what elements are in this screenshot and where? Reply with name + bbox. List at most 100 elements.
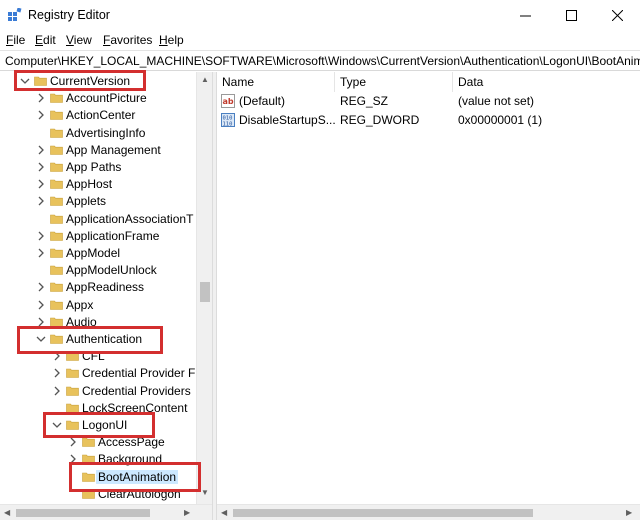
tree-item[interactable]: Credential Providers — [0, 383, 196, 400]
tree-item-label: Credential Providers — [82, 383, 191, 398]
close-icon — [611, 10, 623, 21]
address-path[interactable]: Computer\HKEY_LOCAL_MACHINE\SOFTWARE\Mic… — [5, 54, 640, 68]
column-header-name[interactable]: Name — [217, 72, 335, 92]
address-bar[interactable]: Computer\HKEY_LOCAL_MACHINE\SOFTWARE\Mic… — [0, 50, 640, 71]
column-header-type[interactable]: Type — [335, 72, 453, 92]
tree-horizontal-scrollbar[interactable]: ◀ ▶ — [0, 504, 212, 520]
tree-horizontal-scroll-thumb[interactable] — [16, 509, 150, 517]
menu-file[interactable]: File — [6, 33, 25, 47]
tree-item-label: AdvertisingInfo — [66, 125, 146, 140]
value-name: (Default) — [239, 94, 286, 108]
menu-edit[interactable]: Edit — [35, 33, 56, 47]
chevron-right-icon[interactable] — [36, 162, 46, 172]
tree-vertical-scrollbar[interactable]: ▲ ▼ — [196, 72, 212, 504]
chevron-right-icon[interactable] — [52, 368, 62, 378]
highlight-box-logonui — [43, 412, 155, 438]
scroll-left-arrow-icon[interactable]: ◀ — [4, 508, 10, 517]
menu-bar: File Edit View Favorites Help — [0, 31, 640, 49]
value-type: REG_DWORD — [340, 113, 420, 127]
key-tree: CurrentVersion AccountPicture ActionCenter… — [0, 72, 212, 520]
tree-item[interactable]: App Paths — [0, 159, 196, 176]
list-horizontal-scrollbar[interactable]: ◀ ▶ — [217, 504, 640, 520]
svg-text:ab: ab — [223, 97, 234, 106]
tree-item-label: Credential Provider Fi — [82, 366, 199, 381]
scroll-right-arrow-icon[interactable]: ▶ — [184, 508, 190, 517]
tree-item-label: AppHost — [66, 177, 113, 192]
tree-item[interactable]: AdvertisingInfo — [0, 125, 196, 142]
value-data: 0x00000001 (1) — [458, 113, 543, 127]
chevron-right-icon[interactable] — [36, 179, 46, 189]
maximize-icon — [565, 10, 577, 21]
tree-item-label: ApplicationAssociationT — [66, 211, 194, 226]
tree-item[interactable]: ApplicationAssociationT — [0, 211, 196, 228]
value-row[interactable]: 010 110 DisableStartupS... REG_DWORD 0x0… — [217, 111, 640, 130]
menu-view[interactable]: View — [66, 33, 92, 47]
folder-icon — [50, 283, 63, 293]
folder-icon — [50, 111, 63, 121]
title-bar[interactable]: Registry Editor — [0, 0, 640, 31]
minimize-button[interactable] — [502, 0, 548, 31]
tree-item-label: App Management — [66, 142, 161, 157]
value-data: (value not set) — [458, 94, 535, 108]
folder-icon — [50, 145, 63, 155]
tree-item[interactable]: AccountPicture — [0, 90, 196, 107]
tree-item-label: ActionCenter — [66, 108, 136, 123]
tree-item-label: AppReadiness — [66, 280, 145, 295]
tree-item[interactable]: ApplicationFrame — [0, 228, 196, 245]
highlight-box-currentversion — [14, 70, 146, 91]
chevron-right-icon[interactable] — [52, 386, 62, 396]
string-value-icon: ab — [221, 94, 235, 108]
svg-text:110: 110 — [223, 122, 233, 128]
folder-icon — [50, 179, 63, 189]
folder-icon — [50, 300, 63, 310]
chevron-right-icon[interactable] — [36, 110, 46, 120]
chevron-right-icon[interactable] — [36, 300, 46, 310]
value-name: DisableStartupS... — [239, 113, 336, 127]
binary-value-icon: 010 110 — [221, 113, 235, 127]
chevron-right-icon[interactable] — [36, 231, 46, 241]
registry-editor-app-icon — [8, 8, 22, 21]
value-row[interactable]: ab (Default) REG_SZ (value not set) — [217, 92, 640, 111]
tree-item[interactable]: Credential Provider Fi — [0, 365, 199, 382]
value-type: REG_SZ — [340, 94, 389, 108]
tree-item[interactable]: App Management — [0, 142, 196, 159]
folder-icon — [50, 214, 63, 224]
chevron-right-icon[interactable] — [36, 282, 46, 292]
folder-icon — [50, 248, 63, 258]
folder-icon — [66, 369, 79, 379]
tree-vertical-scroll-thumb[interactable] — [200, 282, 210, 302]
folder-icon — [50, 128, 63, 138]
tree-item[interactable]: ActionCenter — [0, 107, 196, 124]
scroll-up-arrow-icon[interactable]: ▲ — [201, 75, 209, 84]
tree-item-label: AppModelUnlock — [66, 263, 157, 278]
maximize-button[interactable] — [548, 0, 594, 31]
scroll-left-arrow-icon[interactable]: ◀ — [221, 508, 227, 517]
tree-item-label: Applets — [66, 194, 107, 209]
column-header-data[interactable]: Data — [453, 72, 640, 92]
tree-item[interactable]: AppModel — [0, 245, 196, 262]
menu-help[interactable]: Help — [159, 33, 184, 47]
tree-item[interactable]: AppHost — [0, 176, 196, 193]
chevron-right-icon[interactable] — [36, 196, 46, 206]
tree-item-label: ApplicationFrame — [66, 228, 160, 243]
close-button[interactable] — [594, 0, 640, 31]
tree-item[interactable]: AppModelUnlock — [0, 262, 196, 279]
window-title: Registry Editor — [28, 8, 110, 22]
scroll-down-arrow-icon[interactable]: ▼ — [201, 488, 209, 497]
list-horizontal-scroll-thumb[interactable] — [233, 509, 533, 517]
tree-item[interactable]: AppReadiness — [0, 279, 196, 296]
scroll-right-arrow-icon[interactable]: ▶ — [626, 508, 632, 517]
tree-item-label: App Paths — [66, 160, 122, 174]
chevron-right-icon[interactable] — [36, 248, 46, 258]
menu-favorites[interactable]: Favorites — [103, 33, 152, 47]
folder-icon — [50, 265, 63, 275]
tree-item-label: AccountPicture — [66, 91, 147, 106]
chevron-right-icon[interactable] — [68, 437, 78, 447]
chevron-right-icon[interactable] — [36, 145, 46, 155]
tree-item[interactable]: Appx — [0, 297, 196, 314]
values-list: Name Type Data ab (Default) REG_SZ (valu… — [217, 72, 640, 520]
tree-item[interactable]: Applets — [0, 193, 196, 210]
tree-item-label: Appx — [66, 297, 94, 312]
chevron-right-icon[interactable] — [36, 93, 46, 103]
folder-icon — [66, 386, 79, 396]
